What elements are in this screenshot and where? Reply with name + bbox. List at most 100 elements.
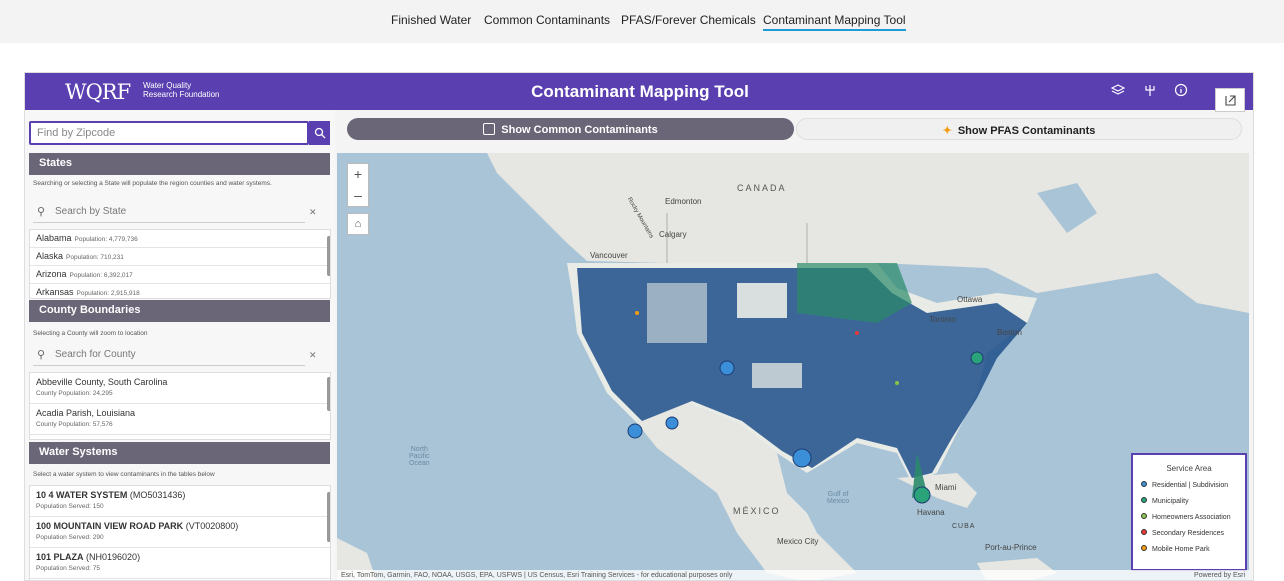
nav-finished-water[interactable]: Finished Water — [391, 13, 471, 27]
page-title: Contaminant Mapping Tool — [531, 82, 749, 101]
water-system-name: 101 PLAZA — [36, 552, 84, 562]
left-panel: Find by Zipcode States Searching or sele… — [25, 110, 335, 580]
legend-label: Residential | Subdivision — [1152, 482, 1229, 489]
state-search-input[interactable]: ⚲ Search by State — [33, 203, 305, 223]
counties-description: Selecting a County will zoom to location — [33, 330, 148, 337]
county-population: County Population: 57,576 — [36, 421, 113, 428]
states-header: States — [29, 153, 330, 175]
list-item[interactable]: 101 PLAZA (NH0196020) Population Served: … — [30, 548, 330, 579]
layers-icon[interactable] — [1110, 83, 1126, 99]
county-name: Acadia Parish, Louisiana — [36, 408, 136, 418]
map-attribution: Esri, TomTom, Garmin, FAO, NOAA, USGS, E… — [337, 570, 1249, 580]
state-name: Alabama — [36, 233, 72, 243]
map-label-pacific: North Pacific Ocean — [409, 446, 430, 467]
legend-item: Homeowners Association — [1141, 513, 1245, 521]
map-view[interactable]: + – ⌂ CANADA Edmonton Calgary Vancouver … — [337, 153, 1249, 580]
app-header: WQRF Water Quality Research Foundation C… — [25, 73, 1253, 110]
legend-label: Municipality — [1152, 498, 1189, 505]
pacific-line2: Pacific — [409, 453, 430, 460]
county-search-placeholder: Search for County — [55, 349, 136, 360]
map-label-boston: Boston — [997, 328, 1022, 337]
nav-pfas[interactable]: PFAS/Forever Chemicals — [621, 13, 756, 27]
map-label-cuba: CUBA — [952, 523, 976, 530]
water-icon — [483, 123, 496, 135]
water-systems-list: 10 4 WATER SYSTEM (MO5031436) Population … — [29, 485, 331, 580]
legend-dot — [1141, 481, 1147, 487]
pfas-icon: ✦ — [942, 125, 952, 137]
state-population: Population: 4,779,736 — [74, 236, 138, 243]
legend-title: Service Area — [1166, 464, 1212, 473]
nav-common-contaminants[interactable]: Common Contaminants — [484, 13, 610, 27]
map-label-mexico: MÉXICO — [733, 506, 781, 516]
map-label-calgary: Calgary — [659, 230, 687, 239]
info-icon[interactable] — [1173, 83, 1189, 99]
map-label-gulf: Gulf of Mexico — [827, 491, 849, 505]
list-item[interactable]: Acadia Parish, Louisiana County Populatio… — [30, 404, 330, 435]
map-label-toronto: Toronto — [929, 315, 956, 324]
state-name: Arizona — [36, 269, 67, 279]
legend-item: Residential | Subdivision — [1141, 481, 1245, 489]
legend-dot — [1141, 497, 1147, 503]
legend-item: Secondary Residences — [1141, 529, 1245, 537]
zoom-out-button[interactable]: – — [348, 185, 368, 206]
legend-dot — [1141, 529, 1147, 535]
water-system-name: 10 4 WATER SYSTEM — [36, 490, 128, 500]
pacific-line1: North — [410, 446, 428, 453]
water-system-served: Population Served: 75 — [36, 565, 100, 572]
pacific-line3: Ocean — [409, 460, 430, 467]
water-system-code: (MO5031436) — [129, 490, 186, 500]
water-systems-scrollbar[interactable] — [327, 492, 330, 542]
counties-list: Abbeville County, South Carolina County P… — [29, 372, 331, 440]
list-item[interactable]: 100 MOUNTAIN VIEW ROAD PARK (VT0020800) P… — [30, 517, 330, 548]
attribution-text: Esri, TomTom, Garmin, FAO, NOAA, USGS, E… — [341, 572, 733, 579]
water-systems-header: Water Systems — [29, 442, 330, 464]
legend-label: Homeowners Association — [1152, 514, 1231, 521]
nav-contaminant-mapping-tool[interactable]: Contaminant Mapping Tool — [763, 13, 906, 31]
county-name: Abbeville County, South Carolina — [36, 377, 168, 387]
legend-dot — [1141, 545, 1147, 551]
show-pfas-contaminants-button[interactable]: ✦ Show PFAS Contaminants — [796, 118, 1242, 140]
map-label-ottawa: Ottawa — [957, 295, 983, 304]
water-system-served: Population Served: 290 — [36, 534, 104, 541]
water-system-code: (NH0196020) — [86, 552, 141, 562]
mapping-app: WQRF Water Quality Research Foundation C… — [24, 72, 1254, 581]
state-population: Population: 6,392,017 — [69, 272, 133, 279]
list-item[interactable]: Abbeville County, South Carolina County P… — [30, 373, 330, 404]
common-toggle-label: Show Common Contaminants — [501, 124, 658, 136]
gulf-line2: Mexico — [827, 498, 850, 505]
water-systems-description: Select a water system to view contaminan… — [33, 471, 215, 478]
home-icon: ⌂ — [354, 218, 362, 230]
map-label-port-au-prince: Port-au-Prince — [985, 543, 1037, 552]
service-area-legend: Service Area Residential | Subdivision M… — [1131, 453, 1247, 571]
clear-filter-icon[interactable]: ✕ — [309, 207, 317, 218]
top-navigation: Finished Water Common Contaminants PFAS/… — [0, 0, 1284, 43]
powered-by-esri[interactable]: Powered by Esri — [1194, 572, 1245, 579]
show-common-contaminants-button[interactable]: Show Common Contaminants — [347, 118, 794, 140]
list-item[interactable]: Arkansas Population: 2,915,918 — [30, 284, 330, 298]
states-list: Alabama Population: 4,779,736 Alaska Popul… — [29, 229, 331, 299]
legend-label: Mobile Home Park — [1152, 546, 1210, 553]
search-icon: ⚲ — [37, 206, 46, 218]
open-external-button[interactable] — [1215, 88, 1245, 112]
water-system-name: 100 MOUNTAIN VIEW ROAD PARK — [36, 521, 184, 531]
state-name: Arkansas — [36, 287, 74, 297]
legend-item: Mobile Home Park — [1141, 545, 1245, 553]
zipcode-search-input[interactable]: Find by Zipcode — [29, 121, 309, 145]
map-label-mexico-city: Mexico City — [777, 537, 819, 546]
list-item[interactable]: Alabama Population: 4,779,736 — [30, 230, 330, 248]
clear-filter-icon[interactable]: ✕ — [309, 350, 317, 361]
search-icon[interactable] — [309, 121, 330, 145]
share-icon[interactable] — [1142, 83, 1158, 99]
states-scrollbar[interactable] — [327, 236, 330, 276]
zoom-control: + – — [347, 163, 369, 207]
home-button[interactable]: ⌂ — [347, 213, 369, 235]
list-item[interactable]: Arizona Population: 6,392,017 — [30, 266, 330, 284]
list-item[interactable]: Alaska Population: 710,231 — [30, 248, 330, 266]
list-item[interactable]: 10 4 WATER SYSTEM (MO5031436) Population … — [30, 486, 330, 517]
pfas-toggle-label: Show PFAS Contaminants — [957, 125, 1096, 137]
county-search-input[interactable]: ⚲ Search for County — [33, 346, 305, 366]
counties-scrollbar[interactable] — [327, 377, 330, 411]
zoom-in-button[interactable]: + — [348, 164, 368, 185]
county-population: County Population: 24,295 — [36, 390, 113, 397]
states-description: Searching or selecting a State will popu… — [33, 180, 272, 187]
